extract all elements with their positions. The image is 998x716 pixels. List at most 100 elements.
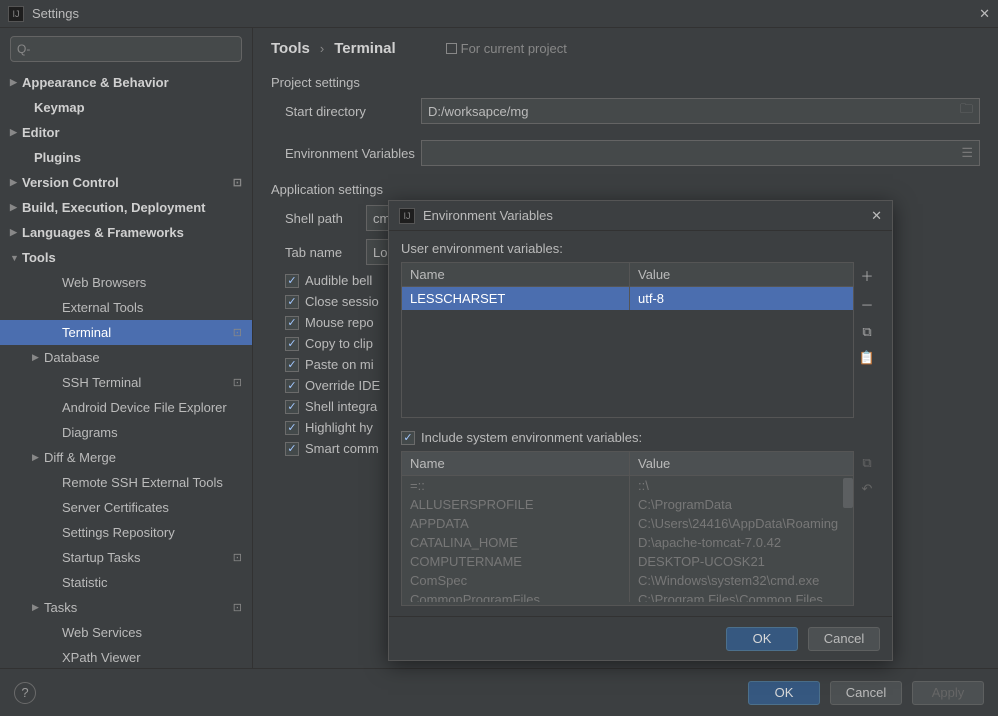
sidebar-item-database[interactable]: ▶Database	[0, 345, 252, 370]
sidebar-item-settings-repository[interactable]: Settings Repository	[0, 520, 252, 545]
add-icon[interactable]: ＋	[860, 266, 873, 285]
chevron-down-icon: ▼	[10, 253, 22, 263]
sidebar-item-label: Settings Repository	[62, 525, 175, 540]
start-directory-input[interactable]: D:/worksapce/mg 🗀	[421, 98, 980, 124]
sidebar-item-label: Keymap	[34, 100, 85, 115]
checkbox[interactable]: ✓	[285, 379, 299, 393]
sidebar-item-label: Web Browsers	[62, 275, 146, 290]
sidebar-item-diff-merge[interactable]: ▶Diff & Merge	[0, 445, 252, 470]
sidebar-item-external-tools[interactable]: External Tools	[0, 295, 252, 320]
scrollbar[interactable]	[843, 478, 853, 508]
cell-value: C:\Program Files\Common Files	[630, 590, 853, 602]
sidebar-item-tasks[interactable]: ▶Tasks⊡	[0, 595, 252, 620]
sidebar-item-label: SSH Terminal	[62, 375, 141, 390]
app-settings-label: Application settings	[271, 182, 980, 197]
sidebar-item-web-browsers[interactable]: Web Browsers	[0, 270, 252, 295]
remove-icon[interactable]: －	[860, 295, 873, 314]
cancel-button[interactable]: Cancel	[830, 681, 902, 705]
cell-name: COMPUTERNAME	[402, 552, 630, 571]
column-name[interactable]: Name	[402, 263, 630, 286]
cell-name: APPDATA	[402, 514, 630, 533]
checkbox[interactable]: ✓	[285, 295, 299, 309]
sidebar-item-server-certificates[interactable]: Server Certificates	[0, 495, 252, 520]
sidebar-item-version-control[interactable]: ▶Version Control ⊡	[0, 170, 252, 195]
table-row[interactable]: ALLUSERSPROFILEC:\ProgramData	[402, 495, 853, 514]
checkbox[interactable]: ✓	[285, 442, 299, 456]
sidebar-item-plugins[interactable]: Plugins	[0, 145, 252, 170]
user-env-label: User environment variables:	[401, 241, 880, 256]
sidebar-item-label: Terminal	[62, 325, 111, 340]
checkbox[interactable]: ✓	[285, 274, 299, 288]
folder-icon[interactable]: 🗀	[960, 100, 973, 122]
ok-button[interactable]: OK	[748, 681, 820, 705]
table-row[interactable]: CommonProgramFilesC:\Program Files\Commo…	[402, 590, 853, 602]
system-env-table[interactable]: Name Value =::::\ALLUSERSPROFILEC:\Progr…	[401, 451, 854, 606]
sidebar-item-label: Diff & Merge	[44, 450, 116, 465]
sidebar-item-statistic[interactable]: Statistic	[0, 570, 252, 595]
env-variables-input[interactable]: ☰	[421, 140, 980, 166]
env-variables-dialog: IJ Environment Variables ✕ User environm…	[388, 200, 893, 661]
sidebar-item-tools[interactable]: ▼Tools	[0, 245, 252, 270]
checkbox-label: Audible bell	[305, 273, 372, 288]
user-env-table[interactable]: Name Value LESSCHARSETutf-8	[401, 262, 854, 418]
sidebar-item-terminal[interactable]: Terminal ⊡	[0, 320, 252, 345]
copy-icon: ⧉	[862, 455, 871, 471]
cell-value: D:\apache-tomcat-7.0.42	[630, 533, 853, 552]
project-scope-icon: ⊡	[233, 326, 242, 339]
table-row[interactable]: ComSpecC:\Windows\system32\cmd.exe	[402, 571, 853, 590]
checkbox[interactable]: ✓	[285, 421, 299, 435]
table-row[interactable]: LESSCHARSETutf-8	[402, 287, 853, 310]
sidebar-item-label: Version Control	[22, 175, 119, 190]
cell-name: CATALINA_HOME	[402, 533, 630, 552]
checkbox-label: Copy to clip	[305, 336, 373, 351]
cell-value: utf-8	[630, 287, 853, 310]
help-button[interactable]: ?	[14, 682, 36, 704]
list-icon[interactable]: ☰	[961, 145, 973, 161]
search-input[interactable]: Q-	[10, 36, 242, 62]
sidebar-item-label: Editor	[22, 125, 60, 140]
apply-button[interactable]: Apply	[912, 681, 984, 705]
settings-tree: ▶Appearance & BehaviorKeymap▶EditorPlugi…	[0, 70, 252, 668]
sidebar-item-ssh-terminal[interactable]: SSH Terminal⊡	[0, 370, 252, 395]
dialog-title: Environment Variables	[423, 208, 871, 223]
cancel-button[interactable]: Cancel	[808, 627, 880, 651]
sidebar-item-label: Remote SSH External Tools	[62, 475, 223, 490]
column-value[interactable]: Value	[630, 452, 853, 475]
checkbox[interactable]: ✓	[285, 316, 299, 330]
table-row[interactable]: =::::\	[402, 476, 853, 495]
sidebar-item-web-services[interactable]: Web Services	[0, 620, 252, 645]
sidebar-item-editor[interactable]: ▶Editor	[0, 120, 252, 145]
window-title: Settings	[32, 6, 979, 21]
column-name[interactable]: Name	[402, 452, 630, 475]
project-scope-icon: ⊡	[233, 176, 242, 189]
sidebar-item-diagrams[interactable]: Diagrams	[0, 420, 252, 445]
column-value[interactable]: Value	[630, 263, 853, 286]
checkbox-label: Mouse repo	[305, 315, 374, 330]
paste-icon[interactable]: 📋	[859, 350, 875, 366]
sidebar-item-keymap[interactable]: Keymap	[0, 95, 252, 120]
sidebar-item-android-device-file-explorer[interactable]: Android Device File Explorer	[0, 395, 252, 420]
copy-icon[interactable]: ⧉	[862, 324, 871, 340]
table-row[interactable]: APPDATAC:\Users\24416\AppData\Roaming	[402, 514, 853, 533]
checkbox[interactable]: ✓	[285, 337, 299, 351]
app-icon: IJ	[8, 6, 24, 22]
sidebar-item-startup-tasks[interactable]: Startup Tasks⊡	[0, 545, 252, 570]
table-row[interactable]: COMPUTERNAMEDESKTOP-UCOSK21	[402, 552, 853, 571]
table-row[interactable]: CATALINA_HOMED:\apache-tomcat-7.0.42	[402, 533, 853, 552]
close-icon[interactable]: ✕	[979, 6, 990, 22]
sidebar-item-build-execution-deployment[interactable]: ▶Build, Execution, Deployment	[0, 195, 252, 220]
ok-button[interactable]: OK	[726, 627, 798, 651]
sidebar-item-xpath-viewer[interactable]: XPath Viewer	[0, 645, 252, 668]
sidebar-item-remote-ssh-external-tools[interactable]: Remote SSH External Tools	[0, 470, 252, 495]
breadcrumb-leaf: Terminal	[334, 40, 395, 57]
sidebar: Q- ▶Appearance & BehaviorKeymap▶EditorPl…	[0, 28, 253, 668]
sidebar-item-label: Appearance & Behavior	[22, 75, 169, 90]
close-icon[interactable]: ✕	[871, 208, 882, 224]
sidebar-item-appearance-behavior[interactable]: ▶Appearance & Behavior	[0, 70, 252, 95]
chevron-right-icon: ▶	[10, 77, 22, 88]
chevron-right-icon: ▶	[10, 177, 22, 188]
checkbox[interactable]: ✓	[285, 400, 299, 414]
checkbox[interactable]: ✓	[285, 358, 299, 372]
sidebar-item-languages-frameworks[interactable]: ▶Languages & Frameworks	[0, 220, 252, 245]
include-system-checkbox[interactable]: ✓	[401, 431, 415, 445]
